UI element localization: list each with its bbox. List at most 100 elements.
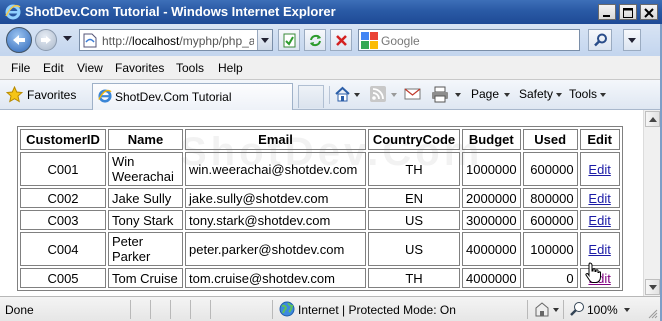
forward-button[interactable] bbox=[35, 29, 57, 51]
scroll-down-button[interactable] bbox=[645, 279, 660, 295]
chevron-down-icon bbox=[649, 285, 657, 290]
table-row: C002 Jake Sully jake.sully@shotdev.com E… bbox=[20, 188, 620, 208]
zoom-level[interactable]: 100% bbox=[587, 303, 618, 317]
mail-icon[interactable] bbox=[404, 86, 421, 102]
customer-email: tony.stark@shotdev.com bbox=[185, 210, 366, 230]
zoom-icon[interactable] bbox=[570, 301, 586, 317]
status-text: Done bbox=[5, 303, 34, 317]
chevron-down-icon[interactable] bbox=[553, 308, 559, 312]
budget: 3000000 bbox=[462, 210, 521, 230]
status-bar: Done Internet | Protected Mode: On 100% bbox=[0, 296, 660, 321]
title-bar: ShotDev.Com Tutorial - Windows Internet … bbox=[0, 0, 662, 24]
search-button[interactable] bbox=[588, 29, 612, 51]
chevron-down-icon bbox=[261, 38, 269, 43]
column-header: CountryCode bbox=[368, 129, 460, 150]
home-icon[interactable] bbox=[334, 86, 351, 103]
chevron-down-icon[interactable] bbox=[391, 93, 397, 97]
star-icon bbox=[6, 86, 23, 103]
customer-id: C003 bbox=[20, 210, 106, 230]
globe-icon bbox=[279, 301, 295, 317]
recent-pages-dropdown[interactable] bbox=[63, 36, 72, 42]
new-tab-button[interactable] bbox=[298, 85, 324, 108]
back-arrow-icon bbox=[13, 35, 25, 45]
ie-logo-icon bbox=[98, 89, 112, 103]
chevron-down-icon bbox=[556, 93, 562, 97]
stop-button[interactable] bbox=[330, 29, 352, 51]
security-zone[interactable]: Internet | Protected Mode: On bbox=[298, 303, 456, 317]
window-title: ShotDev.Com Tutorial - Windows Internet … bbox=[25, 4, 336, 19]
search-icon bbox=[594, 33, 607, 47]
chevron-down-icon[interactable] bbox=[354, 93, 360, 97]
edit-link[interactable]: Edit bbox=[588, 242, 610, 257]
budget: 4000000 bbox=[462, 268, 521, 288]
maximize-button[interactable] bbox=[619, 4, 637, 20]
google-icon bbox=[361, 32, 378, 49]
table-row: C003 Tony Stark tony.stark@shotdev.com U… bbox=[20, 210, 620, 230]
menu-file[interactable]: File bbox=[11, 61, 30, 75]
customer-name: Tom Cruise bbox=[108, 268, 183, 288]
refresh-button[interactable] bbox=[304, 29, 326, 51]
column-header: CustomerID bbox=[20, 129, 106, 150]
print-icon[interactable] bbox=[431, 86, 449, 103]
tab-shotdev[interactable]: ShotDev.Com Tutorial bbox=[92, 83, 293, 110]
customer-id: C001 bbox=[20, 152, 106, 186]
edit-cell: Edit bbox=[579, 188, 620, 208]
table-row: C001 Win Weerachai win.weerachai@shotdev… bbox=[20, 152, 620, 186]
used: 600000 bbox=[522, 210, 578, 230]
used: 600000 bbox=[522, 152, 578, 186]
chevron-down-icon bbox=[600, 93, 606, 97]
budget: 2000000 bbox=[462, 188, 521, 208]
status-panel bbox=[210, 300, 211, 319]
chevron-down-icon[interactable] bbox=[455, 93, 461, 97]
menu-favorites[interactable]: Favorites bbox=[115, 61, 164, 75]
customer-id: C004 bbox=[20, 232, 106, 266]
hand-cursor-icon bbox=[585, 262, 601, 283]
customer-email: jake.sully@shotdev.com bbox=[185, 188, 366, 208]
vertical-scrollbar[interactable] bbox=[643, 110, 660, 296]
address-dropdown[interactable] bbox=[257, 30, 272, 50]
search-box[interactable]: Google bbox=[358, 29, 580, 51]
compatibility-view-button[interactable] bbox=[278, 29, 300, 51]
budget: 1000000 bbox=[462, 152, 521, 186]
close-button[interactable] bbox=[640, 4, 658, 20]
country-code: EN bbox=[368, 188, 460, 208]
favorites-label: Favorites bbox=[27, 88, 77, 102]
chevron-down-icon[interactable] bbox=[624, 308, 630, 312]
column-header: Edit bbox=[579, 129, 620, 150]
edit-link[interactable]: Edit bbox=[588, 162, 610, 177]
scroll-up-button[interactable] bbox=[645, 111, 660, 127]
navigation-bar: http://localhost/myphp/php_ad Google bbox=[0, 24, 662, 56]
rss-icon[interactable] bbox=[370, 86, 386, 102]
address-bar[interactable]: http://localhost/myphp/php_ad bbox=[79, 29, 273, 51]
page-icon bbox=[83, 33, 97, 48]
customer-name: Peter Parker bbox=[108, 232, 183, 266]
page-menu[interactable]: Page bbox=[471, 87, 499, 101]
menu-edit[interactable]: Edit bbox=[43, 61, 64, 75]
customer-id: C002 bbox=[20, 188, 106, 208]
tools-menu[interactable]: Tools bbox=[569, 87, 597, 101]
resize-grip-icon[interactable] bbox=[648, 309, 658, 319]
search-options-button[interactable] bbox=[623, 29, 641, 51]
safety-menu[interactable]: Safety bbox=[519, 87, 553, 101]
table-row: C004 Peter Parker peter.parker@shotdev.c… bbox=[20, 232, 620, 266]
minimize-button[interactable] bbox=[598, 4, 616, 20]
address-url[interactable]: http://localhost/myphp/php_ad bbox=[102, 34, 254, 48]
status-panel bbox=[170, 300, 171, 319]
menu-tools[interactable]: Tools bbox=[176, 61, 204, 75]
edit-cell: Edit bbox=[579, 232, 620, 266]
protected-mode-icon[interactable] bbox=[534, 302, 550, 317]
country-code: TH bbox=[368, 152, 460, 186]
customer-email: tom.cruise@shotdev.com bbox=[185, 268, 366, 288]
command-bar: Favorites ShotDev.Com Tutorial Page Safe… bbox=[0, 80, 662, 110]
status-panel bbox=[563, 300, 564, 319]
customer-name: Tony Stark bbox=[108, 210, 183, 230]
back-button[interactable] bbox=[6, 27, 32, 53]
edit-link[interactable]: Edit bbox=[588, 213, 610, 228]
menu-help[interactable]: Help bbox=[218, 61, 243, 75]
refresh-icon bbox=[310, 34, 321, 47]
search-placeholder: Google bbox=[381, 34, 420, 48]
budget: 4000000 bbox=[462, 232, 521, 266]
edit-link[interactable]: Edit bbox=[588, 191, 610, 206]
used: 800000 bbox=[522, 188, 578, 208]
menu-view[interactable]: View bbox=[77, 61, 103, 75]
